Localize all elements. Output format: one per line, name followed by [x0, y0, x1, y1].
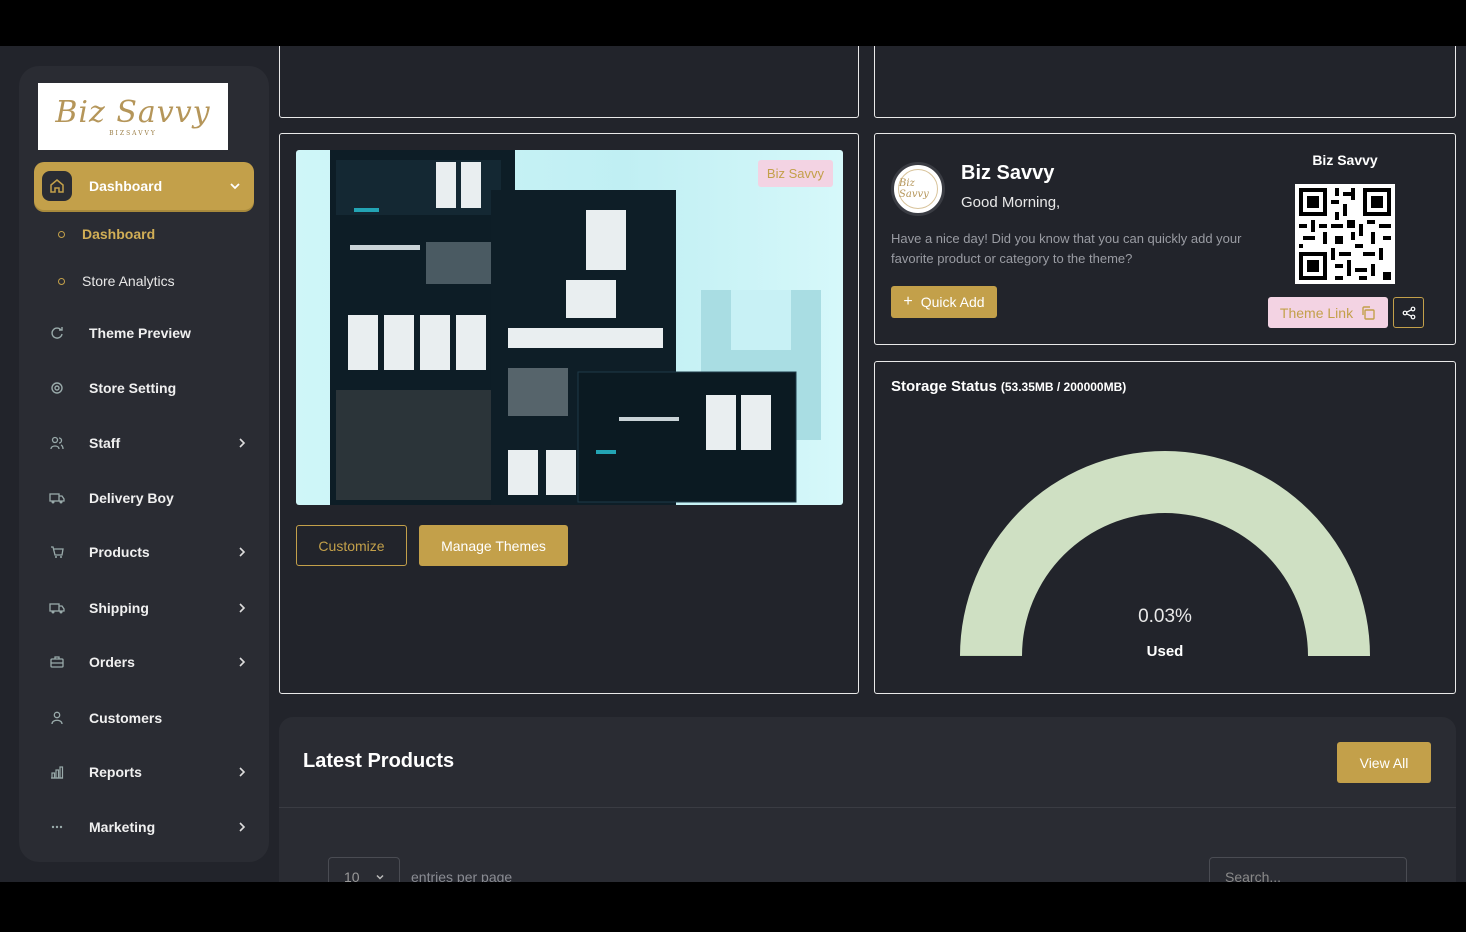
search-input[interactable] — [1209, 857, 1407, 882]
chevron-right-icon — [239, 657, 246, 667]
sidebar-item-marketing[interactable]: Marketing — [42, 810, 254, 844]
greeting-text: Good Morning, — [961, 194, 1061, 211]
copy-icon — [1362, 305, 1375, 320]
briefcase-icon — [42, 647, 72, 677]
gear-icon — [42, 373, 72, 403]
entries-select[interactable]: 10 — [328, 857, 400, 882]
sidebar-item-customers[interactable]: Customers — [42, 701, 254, 735]
chevron-right-icon — [239, 547, 246, 557]
qr-title: Biz Savvy — [1312, 152, 1378, 168]
refresh-icon — [42, 318, 72, 348]
bullet-icon — [58, 230, 65, 238]
storage-header: Storage Status (53.35MB / 200000MB) — [891, 378, 1126, 395]
view-all-button[interactable]: View All — [1337, 742, 1431, 783]
theme-badge: Biz Savvy — [757, 160, 833, 187]
chevron-down-icon — [376, 874, 384, 880]
brand-logo[interactable]: Biz Savvy BIZSAVVY — [38, 83, 228, 150]
users-icon — [42, 428, 72, 458]
sidebar-item-reports[interactable]: Reports — [42, 755, 254, 789]
chevron-down-icon — [230, 183, 240, 190]
sidebar-item-label: Staff — [89, 435, 121, 451]
theme-mockup-graphic — [330, 150, 821, 505]
theme-link-label: Theme Link — [1279, 304, 1354, 321]
sub-item-store-analytics[interactable]: Store Analytics — [58, 273, 175, 289]
sidebar-item-delivery-boy[interactable]: Delivery Boy — [42, 481, 254, 515]
storage-status-card: Storage Status (53.35MB / 200000MB) 0.03… — [874, 361, 1456, 694]
sub-item-label: Dashboard — [82, 226, 156, 242]
logo-subtext: BIZSAVVY — [109, 130, 157, 137]
app-window: Biz Savvy BIZSAVVY Dashboard Dashboard S… — [0, 46, 1466, 882]
latest-products-title: Latest Products — [303, 750, 455, 772]
chevron-right-icon — [239, 767, 246, 777]
storage-title: Storage Status — [891, 378, 997, 395]
entries-label: entries per page — [411, 869, 513, 882]
store-info-card: Biz Savvy Biz Savvy Good Morning, Have a… — [874, 133, 1456, 345]
sidebar-item-staff[interactable]: Staff — [42, 426, 254, 460]
theme-link-button[interactable]: Theme Link — [1268, 297, 1388, 328]
dots-icon — [42, 812, 72, 842]
share-icon — [1402, 306, 1415, 319]
divider — [279, 807, 1456, 808]
storage-percent: 0.03% — [1138, 606, 1192, 627]
sidebar-item-store-setting[interactable]: Store Setting — [42, 371, 254, 405]
sidebar-item-orders[interactable]: Orders — [42, 645, 254, 679]
chevron-right-icon — [239, 438, 246, 448]
sidebar-item-label: Store Setting — [89, 380, 177, 396]
quick-add-button[interactable]: + Quick Add — [891, 286, 997, 318]
quick-add-label: Quick Add — [920, 294, 985, 310]
latest-products-panel: Latest Products View All 10 entries per … — [279, 717, 1456, 882]
sidebar-item-label: Delivery Boy — [89, 490, 174, 506]
bullet-icon — [58, 277, 65, 285]
truck-icon — [42, 483, 72, 513]
cart-icon — [42, 537, 72, 567]
sub-item-label: Store Analytics — [82, 273, 175, 289]
sidebar-item-label: Marketing — [89, 819, 156, 835]
plus-icon: + — [903, 293, 913, 310]
sidebar-item-theme-preview[interactable]: Theme Preview — [42, 316, 254, 350]
customize-button[interactable]: Customize — [296, 525, 407, 566]
entries-value: 10 — [344, 869, 360, 882]
sidebar-item-label: Theme Preview — [89, 325, 191, 341]
chevron-right-icon — [239, 822, 246, 832]
avatar-logo: Biz Savvy — [898, 169, 938, 209]
sidebar-item-dashboard[interactable]: Dashboard — [34, 162, 254, 210]
storage-gauge — [960, 451, 1370, 656]
sidebar-item-label: Dashboard — [89, 178, 163, 194]
manage-themes-button[interactable]: Manage Themes — [419, 525, 568, 566]
qr-code[interactable] — [1295, 184, 1395, 284]
sidebar-item-shipping[interactable]: Shipping — [42, 591, 254, 625]
logo-text: Biz Savvy — [55, 95, 211, 130]
sidebar-item-label: Customers — [89, 710, 163, 726]
sidebar-item-label: Products — [89, 544, 150, 560]
top-card-right — [874, 46, 1456, 118]
welcome-message: Have a nice day! Did you know that you c… — [891, 231, 1242, 266]
sidebar-item-label: Shipping — [89, 600, 149, 616]
sidebar: Biz Savvy BIZSAVVY Dashboard Dashboard S… — [19, 66, 269, 862]
theme-preview-image[interactable]: Biz Savvy — [296, 150, 843, 505]
storage-detail: (53.35MB / 200000MB) — [1000, 380, 1127, 394]
chevron-right-icon — [239, 603, 246, 613]
shipping-truck-icon — [42, 593, 72, 623]
store-avatar[interactable]: Biz Savvy — [891, 162, 945, 216]
top-card-left — [279, 46, 859, 118]
sidebar-item-label: Reports — [89, 764, 142, 780]
bar-chart-icon — [42, 757, 72, 787]
home-icon — [42, 171, 72, 201]
user-icon — [42, 703, 72, 733]
store-name: Biz Savvy — [961, 162, 1055, 184]
sidebar-item-label: Orders — [89, 654, 135, 670]
theme-preview-card: Biz Savvy Customize Manage Themes — [279, 133, 859, 694]
sub-item-dashboard[interactable]: Dashboard — [58, 226, 155, 242]
share-button[interactable] — [1393, 297, 1424, 328]
sidebar-item-products[interactable]: Products — [42, 535, 254, 569]
storage-used-label: Used — [1146, 643, 1184, 660]
